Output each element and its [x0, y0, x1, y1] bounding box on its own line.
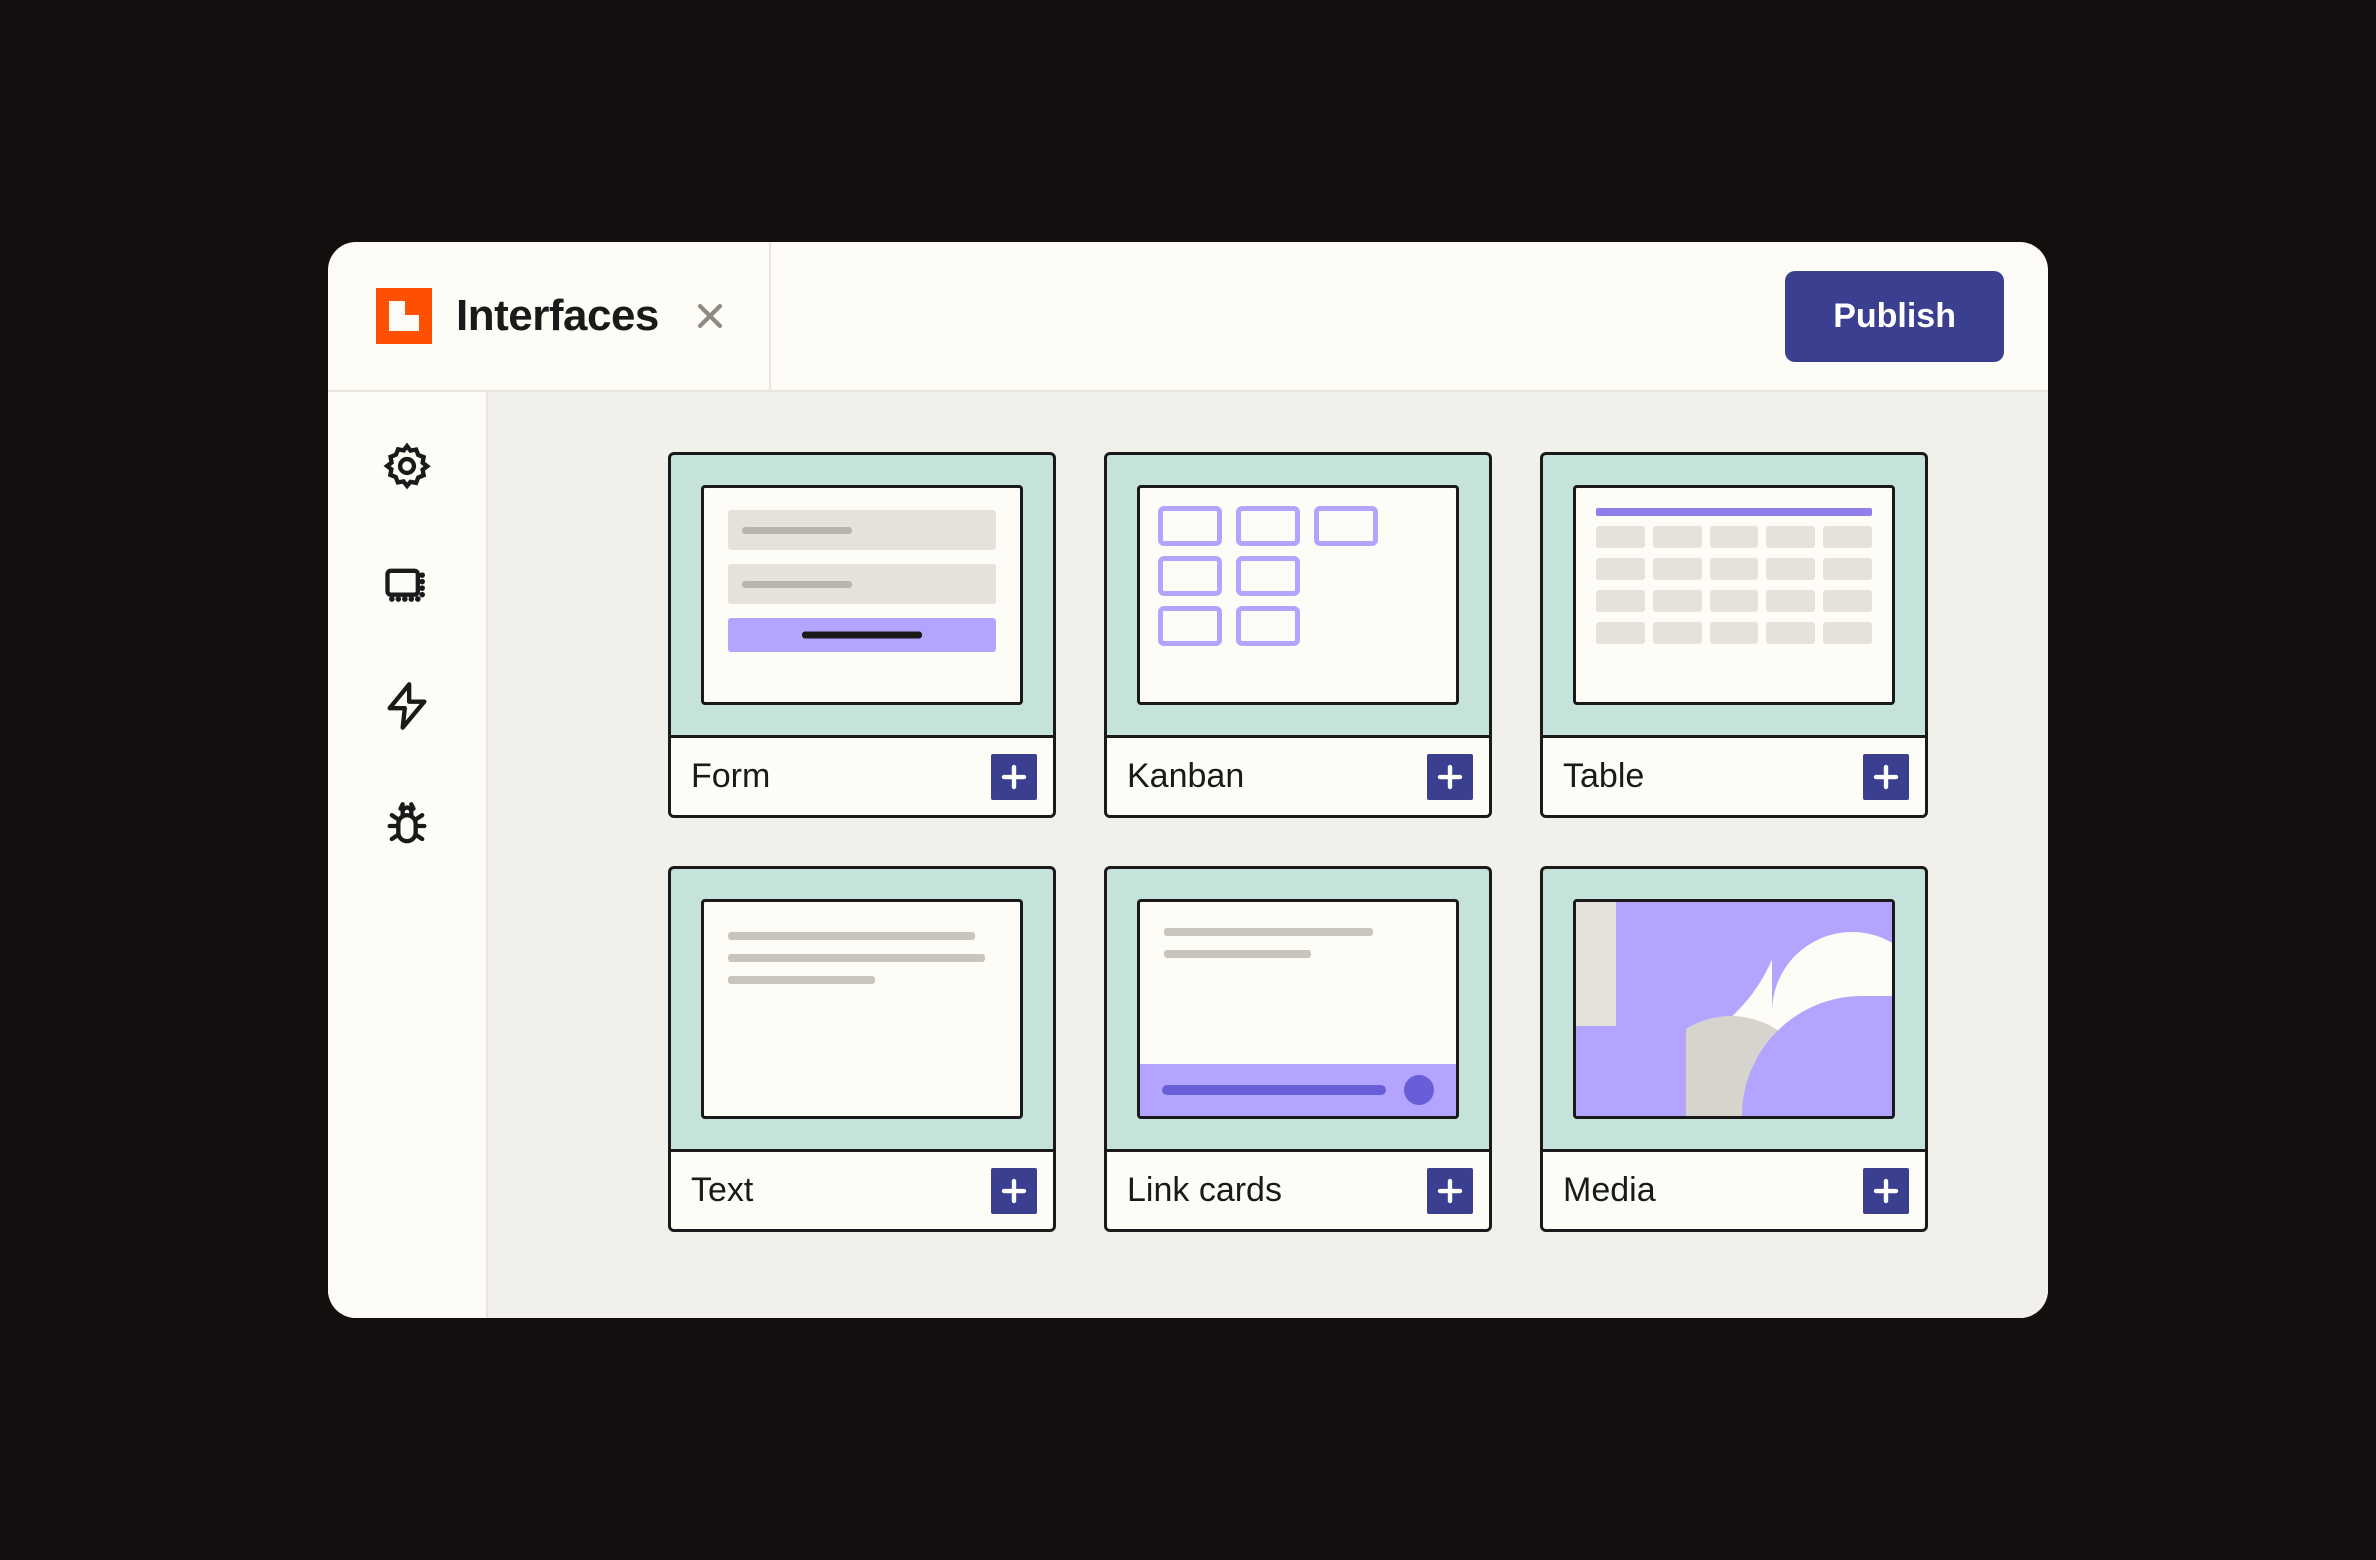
- block-label: Text: [691, 1171, 753, 1210]
- block-card-table[interactable]: Table: [1540, 452, 1928, 818]
- block-grid: Form: [668, 452, 2048, 1232]
- block-card-kanban[interactable]: Kanban: [1104, 452, 1492, 818]
- sidebar-item-settings[interactable]: [379, 440, 435, 496]
- titlebar: Interfaces Publish: [328, 242, 2048, 392]
- sidebar-item-layout[interactable]: [379, 560, 435, 616]
- block-label: Table: [1563, 757, 1644, 796]
- block-preview: [671, 869, 1053, 1149]
- block-card-link-cards[interactable]: Link cards: [1104, 866, 1492, 1232]
- titlebar-actions: Publish: [1785, 242, 2048, 390]
- body: Form: [328, 392, 2048, 1318]
- sidebar-item-debug[interactable]: [379, 800, 435, 856]
- add-block-button[interactable]: [1427, 754, 1473, 800]
- block-preview: [1543, 455, 1925, 735]
- block-footer: Text: [671, 1149, 1053, 1229]
- layout-icon: [381, 560, 433, 617]
- block-preview: [1543, 869, 1925, 1149]
- block-footer: Table: [1543, 735, 1925, 815]
- sidebar-item-automations[interactable]: [379, 680, 435, 736]
- block-label: Form: [691, 757, 770, 796]
- block-footer: Kanban: [1107, 735, 1489, 815]
- canvas: Form: [488, 392, 2048, 1318]
- block-label: Kanban: [1127, 757, 1244, 796]
- add-block-button[interactable]: [1863, 1168, 1909, 1214]
- publish-button[interactable]: Publish: [1785, 271, 2004, 362]
- bolt-icon: [381, 680, 433, 737]
- block-card-media[interactable]: Media: [1540, 866, 1928, 1232]
- block-preview: [1107, 869, 1489, 1149]
- block-footer: Form: [671, 735, 1053, 815]
- block-card-form[interactable]: Form: [668, 452, 1056, 818]
- title-tab: Interfaces: [328, 242, 771, 390]
- add-block-button[interactable]: [991, 754, 1037, 800]
- add-block-button[interactable]: [1863, 754, 1909, 800]
- app-window: Interfaces Publish: [328, 242, 2048, 1318]
- block-card-text[interactable]: Text: [668, 866, 1056, 1232]
- close-tab-button[interactable]: [693, 299, 727, 333]
- sidebar: [328, 392, 488, 1318]
- app-title: Interfaces: [456, 291, 659, 341]
- gear-icon: [381, 440, 433, 497]
- add-block-button[interactable]: [991, 1168, 1037, 1214]
- block-preview: [671, 455, 1053, 735]
- block-label: Link cards: [1127, 1171, 1282, 1210]
- app-logo-icon: [376, 288, 432, 344]
- bug-icon: [381, 800, 433, 857]
- block-footer: Link cards: [1107, 1149, 1489, 1229]
- block-footer: Media: [1543, 1149, 1925, 1229]
- block-preview: [1107, 455, 1489, 735]
- add-block-button[interactable]: [1427, 1168, 1473, 1214]
- block-label: Media: [1563, 1171, 1656, 1210]
